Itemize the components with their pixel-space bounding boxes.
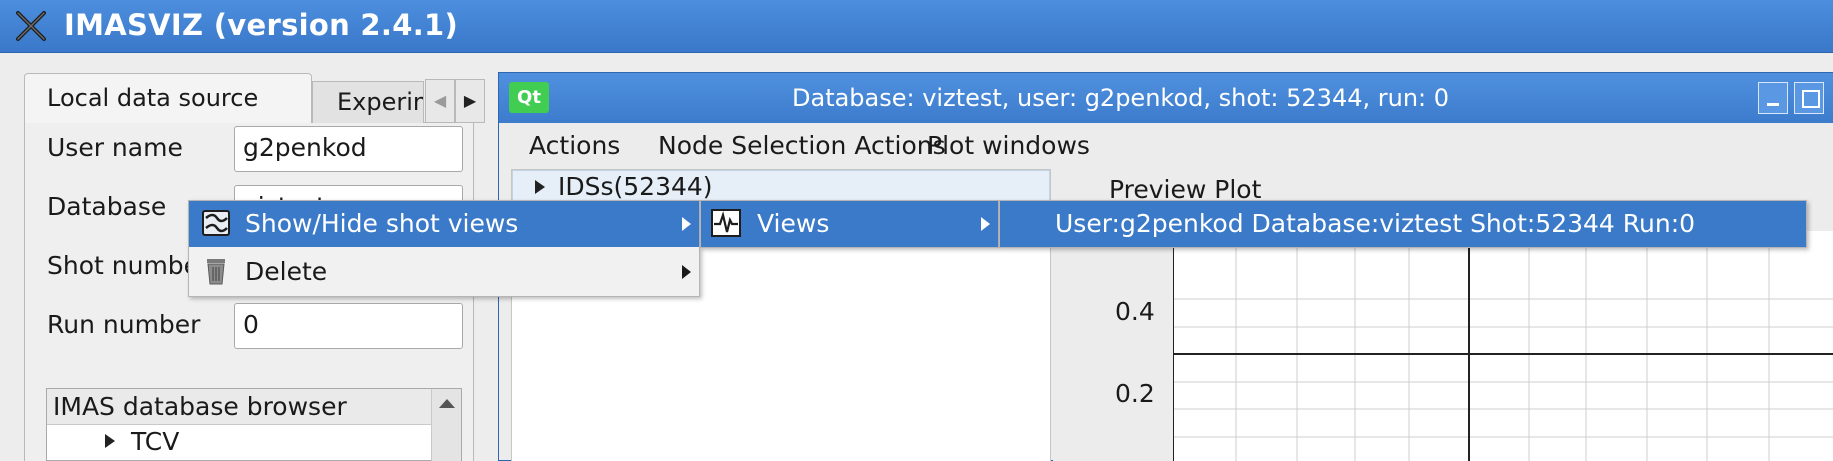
window-title: IMASVIZ (version 2.4.1) — [64, 8, 459, 42]
menu-item-label: Show/Hide shot views — [245, 209, 519, 238]
shot-number-label: Shot number — [47, 251, 210, 280]
database-view-title: Database: viztest, user: g2penkod, shot:… — [792, 84, 1450, 112]
database-label: Database — [47, 192, 167, 221]
menu-item-delete[interactable]: Delete — [189, 249, 699, 295]
shot-views-icon — [202, 210, 230, 236]
browser-scrollbar[interactable] — [431, 389, 461, 461]
browser-item-label: TCV — [131, 427, 180, 456]
tab-scroll-left-button[interactable]: ◀ — [425, 79, 455, 123]
menu-item-label: Views — [757, 209, 830, 238]
main-titlebar[interactable]: IMASVIZ (version 2.4.1) — [0, 0, 1833, 53]
menu-item-label: Delete — [245, 257, 328, 286]
menu-item-label: User:g2penkod Database:viztest Shot:5234… — [1055, 209, 1696, 238]
tab-experiment[interactable]: Experiment — [312, 81, 424, 123]
submenu-arrow-icon — [981, 217, 990, 231]
submenu-arrow-icon — [682, 265, 691, 279]
y-tick-label: 0.2 — [1115, 379, 1155, 408]
shot-view-submenu: User:g2penkod Database:viztest Shot:5234… — [999, 200, 1807, 248]
scroll-up-icon[interactable] — [439, 399, 455, 408]
trash-icon — [207, 259, 225, 285]
browser-header[interactable]: IMAS database browser — [47, 389, 433, 425]
run-number-label: Run number — [47, 310, 201, 339]
menu-item-show-hide-shot-views[interactable]: Show/Hide shot views — [189, 201, 699, 247]
tree-row-idss[interactable]: IDSs(52344) — [512, 170, 1050, 202]
context-menu: Show/Hide shot views Delete — [188, 200, 700, 297]
x-logo-icon — [16, 11, 46, 41]
browser-item-tcv[interactable]: TCV — [105, 427, 179, 456]
menu-actions[interactable]: Actions — [529, 131, 620, 160]
menu-item-shot-view[interactable]: User:g2penkod Database:viztest Shot:5234… — [1000, 201, 1806, 247]
plot-grid — [1173, 231, 1833, 461]
imas-database-browser[interactable]: IMAS database browser TCV — [46, 388, 462, 461]
waveform-icon — [711, 209, 741, 237]
run-number-field[interactable]: 0 — [234, 303, 463, 349]
views-submenu: Views — [700, 200, 999, 248]
tab-scroll-right-button[interactable]: ▶ — [455, 79, 485, 123]
submenu-arrow-icon — [682, 217, 691, 231]
expand-arrow-icon[interactable] — [105, 434, 115, 448]
user-name-label: User name — [47, 133, 183, 162]
expand-arrow-icon[interactable] — [535, 180, 545, 194]
tab-local-data-source[interactable]: Local data source — [24, 73, 312, 123]
database-view-titlebar[interactable]: Qt Database: viztest, user: g2penkod, sh… — [499, 73, 1833, 123]
menu-item-views[interactable]: Views — [701, 201, 998, 247]
imasviz-app: IMASVIZ (version 2.4.1) Local data sourc… — [0, 0, 1833, 461]
y-tick-label: 0.4 — [1115, 297, 1155, 326]
qt-logo-icon: Qt — [509, 82, 549, 113]
user-name-field[interactable]: g2penkod — [234, 126, 463, 172]
menu-plot-windows[interactable]: Plot windows — [927, 131, 1090, 160]
plot-canvas[interactable] — [1173, 231, 1833, 461]
menubar: Actions Node Selection Actions Plot wind… — [499, 123, 1833, 169]
minimize-button[interactable] — [1758, 82, 1788, 114]
maximize-button[interactable] — [1794, 82, 1824, 114]
tree-row-label: IDSs(52344) — [558, 172, 713, 201]
menu-node-selection-actions[interactable]: Node Selection Actions — [658, 131, 946, 160]
